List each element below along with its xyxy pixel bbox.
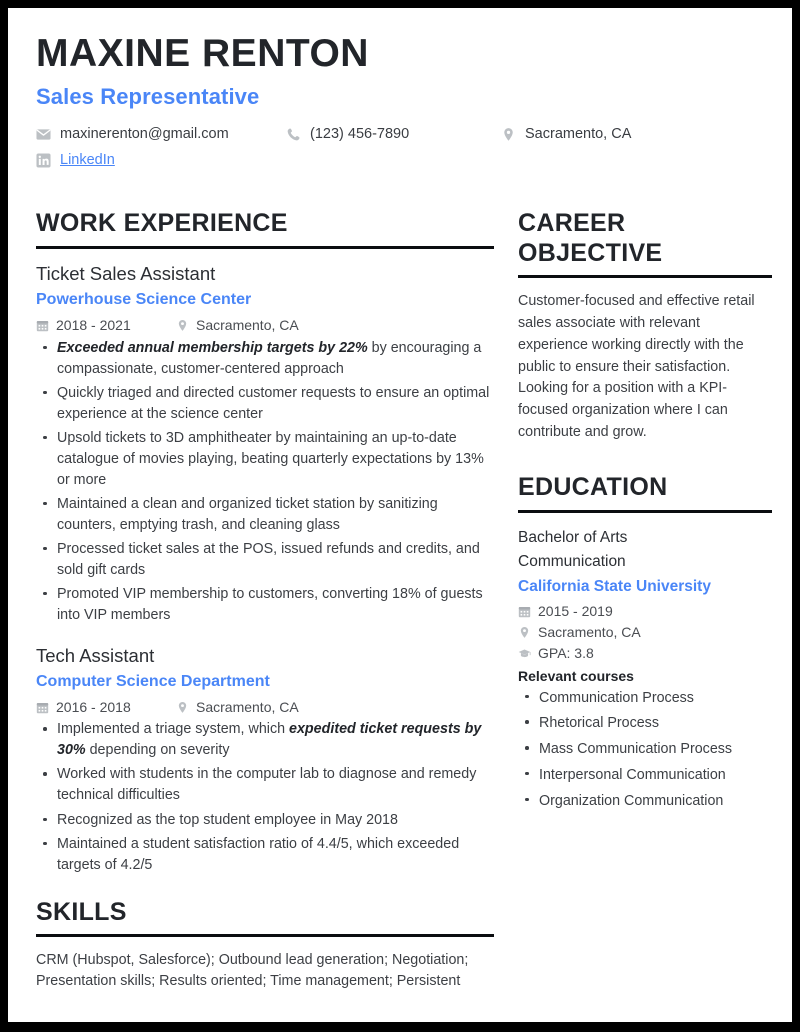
bullet-text: Recognized as the top student employee i…: [57, 811, 398, 828]
job-dates-text: 2018 - 2021: [56, 316, 131, 333]
map-pin-icon: [501, 127, 516, 142]
map-pin-icon: [176, 701, 189, 714]
section-divider: [518, 275, 772, 279]
course-item: Mass Communication Process: [518, 739, 772, 760]
job-bullet: Worked with students in the computer lab…: [36, 764, 494, 806]
course-item: Interpersonal Communication: [518, 765, 772, 786]
contact-info: maxinerenton@gmail.com (123) 456-7890 Sa…: [36, 126, 772, 170]
graduation-cap-icon: [518, 647, 531, 660]
job-role: Ticket Sales Assistant: [36, 262, 216, 284]
education-dates: 2015 - 2019: [518, 603, 772, 620]
education-location: Sacramento, CA: [518, 624, 772, 641]
bullet-text: depending on severity: [85, 742, 230, 759]
job-bullet: Promoted VIP membership to customers, co…: [36, 584, 494, 626]
job-dates-text: 2016 - 2018: [56, 698, 131, 715]
contact-location-text: Sacramento, CA: [525, 125, 632, 142]
job-meta: 2016 - 2018 Sacramento, CA: [36, 699, 494, 716]
bullet-text: Quickly triaged and directed customer re…: [57, 384, 490, 422]
resume-header: MAXINE RENTON Sales Representative maxin…: [36, 32, 772, 169]
linkedin-icon: [36, 153, 51, 168]
section-divider: [518, 509, 772, 513]
education-gpa: GPA: 3.8: [518, 645, 772, 662]
contact-phone-text: (123) 456-7890: [310, 125, 410, 142]
job-location: Sacramento, CA: [176, 699, 299, 716]
course-item: Rhetorical Process: [518, 713, 772, 734]
education-title: EDUCATION: [518, 473, 668, 502]
contact-linkedin-link[interactable]: LinkedIn: [60, 152, 115, 169]
envelope-icon: [36, 127, 51, 142]
section-divider: [36, 245, 494, 249]
job-bullet: Quickly triaged and directed customer re…: [36, 383, 494, 425]
contact-linkedin[interactable]: LinkedIn: [36, 152, 286, 169]
experience-entry: Ticket Sales Assistant Powerhouse Scienc…: [36, 262, 494, 626]
course-item: Organization Communication: [518, 791, 772, 812]
job-organization: Computer Science Department: [36, 672, 270, 690]
bullet-prefix: Implemented a triage system, which: [57, 721, 290, 738]
job-bullet: Processed ticket sales at the POS, issue…: [36, 539, 494, 581]
job-location: Sacramento, CA: [176, 317, 299, 334]
section-divider: [36, 934, 494, 938]
contact-email-text: maxinerenton@gmail.com: [60, 125, 229, 142]
work-experience-section: WORK EXPERIENCE Ticket Sales Assistant P…: [36, 209, 494, 875]
career-objective-section: CAREER OBJECTIVE Customer-focused and ef…: [518, 209, 772, 443]
job-bullet: Upsold tickets to 3D amphitheater by mai…: [36, 428, 494, 491]
job-dates: 2016 - 2018: [36, 699, 176, 716]
job-role: Tech Assistant: [36, 644, 155, 666]
relevant-courses-title: Relevant courses: [518, 667, 634, 684]
bullet-text: Worked with students in the computer lab…: [57, 766, 477, 804]
education-section: EDUCATION Bachelor of Arts Communication…: [518, 473, 772, 811]
candidate-name: MAXINE RENTON: [36, 32, 369, 75]
relevant-courses-list: Communication Process Rhetorical Process…: [518, 688, 772, 812]
job-bullet-list: Exceeded annual membership targets by 22…: [36, 338, 494, 626]
work-experience-title: WORK EXPERIENCE: [36, 209, 288, 238]
job-bullet: Maintained a student satisfaction ratio …: [36, 834, 494, 876]
skills-section: SKILLS CRM (Hubspot, Salesforce); Outbou…: [36, 898, 494, 993]
job-location-text: Sacramento, CA: [196, 698, 299, 715]
map-pin-icon: [176, 319, 189, 332]
candidate-job-title: Sales Representative: [36, 83, 260, 109]
degree-name: Bachelor of Arts: [518, 528, 628, 546]
job-bullet: Implemented a triage system, which exped…: [36, 719, 494, 761]
experience-entry: Tech Assistant Computer Science Departme…: [36, 644, 494, 876]
resume-page: MAXINE RENTON Sales Representative maxin…: [8, 8, 792, 1022]
job-bullet: Exceeded annual membership targets by 22…: [36, 338, 494, 380]
contact-email[interactable]: maxinerenton@gmail.com: [36, 126, 286, 143]
career-objective-text: Customer-focused and effective retail sa…: [518, 293, 755, 440]
education-meta: 2015 - 2019 Sacramento, CA GPA: 3.8: [518, 603, 772, 661]
education-location-text: Sacramento, CA: [538, 624, 641, 641]
left-column: WORK EXPERIENCE Ticket Sales Assistant P…: [36, 209, 494, 992]
right-column: CAREER OBJECTIVE Customer-focused and ef…: [518, 209, 772, 992]
bullet-emphasis: Exceeded annual membership targets by 22…: [57, 339, 368, 356]
map-pin-icon: [518, 626, 531, 639]
bullet-text: Maintained a student satisfaction ratio …: [57, 835, 460, 873]
job-bullet-list: Implemented a triage system, which exped…: [36, 719, 494, 875]
contact-location: Sacramento, CA: [501, 126, 772, 143]
skills-text: CRM (Hubspot, Salesforce); Outbound lead…: [36, 952, 469, 990]
bullet-text: Upsold tickets to 3D amphitheater by mai…: [57, 429, 484, 488]
job-organization: Powerhouse Science Center: [36, 291, 252, 308]
contact-phone[interactable]: (123) 456-7890: [286, 126, 501, 143]
column-gap: [494, 209, 518, 992]
career-objective-title: CAREER OBJECTIVE: [518, 209, 663, 267]
phone-icon: [286, 127, 301, 142]
calendar-icon: [36, 701, 49, 714]
job-dates: 2018 - 2021: [36, 317, 176, 334]
bullet-text: Processed ticket sales at the POS, issue…: [57, 540, 480, 578]
skills-title: SKILLS: [36, 897, 127, 926]
job-bullet: Recognized as the top student employee i…: [36, 810, 494, 831]
school-name: California State University: [518, 578, 711, 596]
bullet-text: Maintained a clean and organized ticket …: [57, 495, 438, 533]
bullet-text: Promoted VIP membership to customers, co…: [57, 585, 483, 623]
degree-field: Communication: [518, 553, 626, 570]
job-location-text: Sacramento, CA: [196, 316, 299, 333]
calendar-icon: [36, 319, 49, 332]
job-meta: 2018 - 2021 Sacramento, CA: [36, 317, 494, 334]
education-dates-text: 2015 - 2019: [538, 603, 613, 620]
education-gpa-text: GPA: 3.8: [538, 644, 594, 661]
calendar-icon: [518, 605, 531, 618]
job-bullet: Maintained a clean and organized ticket …: [36, 494, 494, 536]
course-item: Communication Process: [518, 688, 772, 709]
